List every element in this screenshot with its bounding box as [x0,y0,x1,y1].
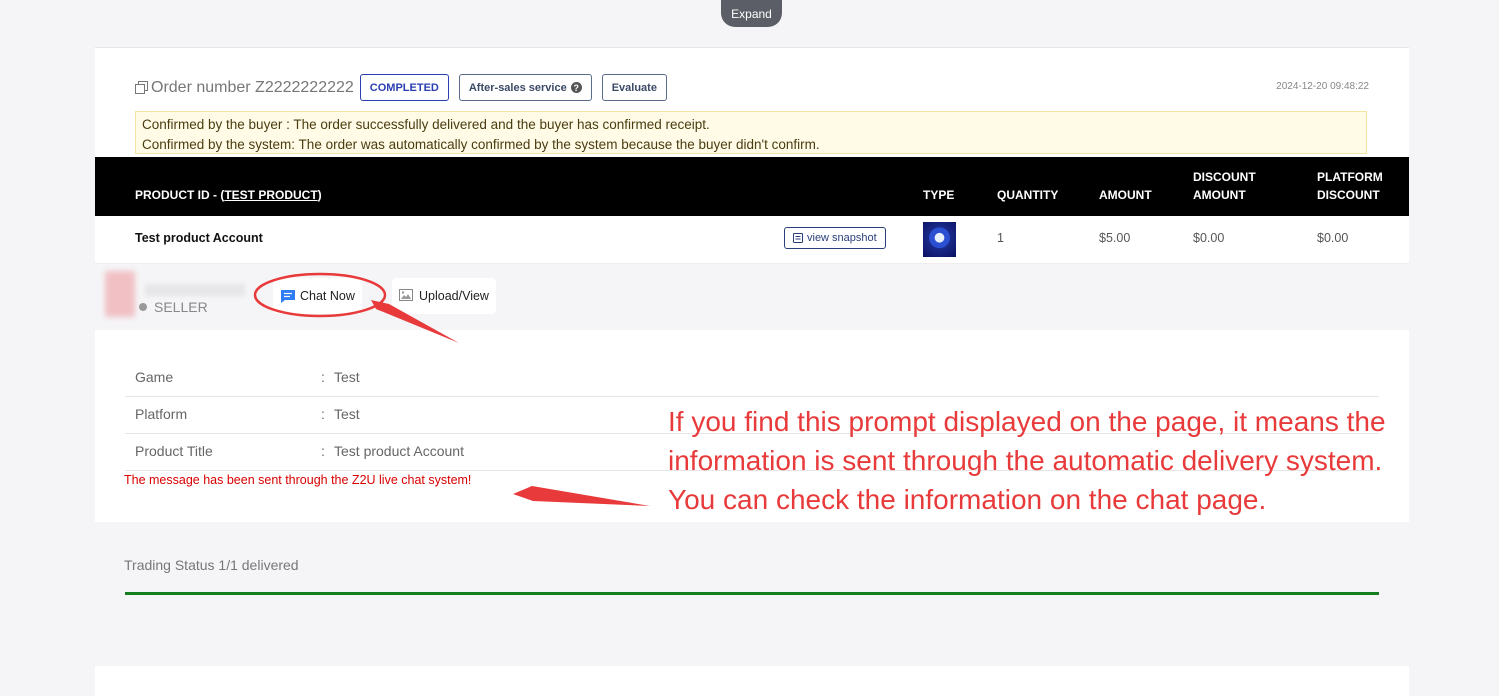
col-discount: DISCOUNT AMOUNT [1193,168,1256,204]
chat-label: Chat Now [300,289,355,303]
view-snapshot-button[interactable]: view snapshot [784,227,886,249]
col-type: TYPE [923,188,955,202]
detail-value: Test [334,369,360,385]
after-sales-label: After-sales service [468,81,567,94]
row-platform-discount: $0.00 [1317,231,1349,245]
seller-label: SELLER [154,299,208,315]
status-badge: COMPLETED [359,74,449,101]
notice-line: Confirmed by the buyer : The order succe… [142,117,710,132]
chat-now-button[interactable]: Chat Now [273,278,362,314]
copy-icon[interactable] [135,81,148,94]
trading-progress-bar [125,592,1379,595]
product-id-suffix: ) [317,188,322,202]
row-discount: $0.00 [1193,231,1225,245]
system-message: The message has been sent through the Z2… [124,473,472,487]
annotation-text: If you find this prompt displayed on the… [668,402,1386,519]
order-card: Order number Z2222222222 COMPLETED After… [95,47,1409,646]
product-type-thumbnail [923,222,956,257]
confirmation-notice: Confirmed by the buyer : The order succe… [135,111,1367,154]
seller-name-blurred [145,284,245,296]
col-quantity: QUANTITY [997,188,1059,202]
status-dot [139,303,147,311]
detail-key: Game [135,369,174,385]
detail-sep: : [321,369,325,385]
product-name: Test product Account [135,231,263,245]
detail-sep: : [321,443,325,459]
col-discount-line2: AMOUNT [1193,188,1246,202]
table-header: PRODUCT ID - (TEST PRODUCT) TYPE QUANTIT… [95,157,1409,216]
annotation-line: information is sent through the automati… [668,445,1383,476]
detail-value: Test product Account [334,443,464,459]
col-platform-discount: PLATFORM DISCOUNT [1317,168,1383,204]
detail-key: Platform [135,406,188,422]
snapshot-icon [793,233,803,243]
evaluate-button[interactable]: Evaluate [601,74,667,101]
annotation-line: If you find this prompt displayed on the… [668,406,1386,437]
avatar [105,271,135,317]
seller-bar: SELLER Chat Now Upload/View [95,264,1409,330]
table-row: Test product Account view snapshot 1 $5.… [95,216,1409,264]
order-number: Order number Z2222222222 [151,78,354,96]
col-platform-line2: DISCOUNT [1317,188,1380,202]
row-quantity: 1 [997,231,1004,245]
detail-key: Product Title [135,443,213,459]
help-icon[interactable]: ? [570,82,582,93]
detail-row-game: Game : Test [125,359,1379,397]
col-amount: AMOUNT [1099,188,1152,202]
upload-label: Upload/View [419,289,489,303]
image-icon [399,289,413,301]
detail-sep: : [321,406,325,422]
chat-icon [281,290,295,303]
trading-status-text: Trading Status 1/1 delivered [124,557,299,573]
snapshot-label: view snapshot [807,232,877,244]
col-discount-line1: DISCOUNT [1193,170,1256,184]
row-amount: $5.00 [1099,231,1131,245]
upload-view-button[interactable]: Upload/View [392,278,496,314]
expand-button[interactable]: Expand [721,0,782,27]
product-id-prefix: PRODUCT ID - ( [135,188,225,202]
annotation-line: You can check the information on the cha… [668,484,1267,515]
col-platform-line1: PLATFORM [1317,170,1383,184]
after-sales-button[interactable]: After-sales service ? [458,74,592,101]
col-product-id: PRODUCT ID - (TEST PRODUCT) [135,186,322,204]
notice-line: Confirmed by the system: The order was a… [142,137,820,152]
order-header: Order number Z2222222222 COMPLETED After… [135,74,677,101]
trading-status-area: Trading Status 1/1 delivered [95,522,1409,646]
next-card [95,666,1409,696]
detail-value: Test [334,406,360,422]
order-date: 2024-12-20 09:48:22 [1276,81,1369,92]
product-id-link[interactable]: TEST PRODUCT [224,188,317,202]
